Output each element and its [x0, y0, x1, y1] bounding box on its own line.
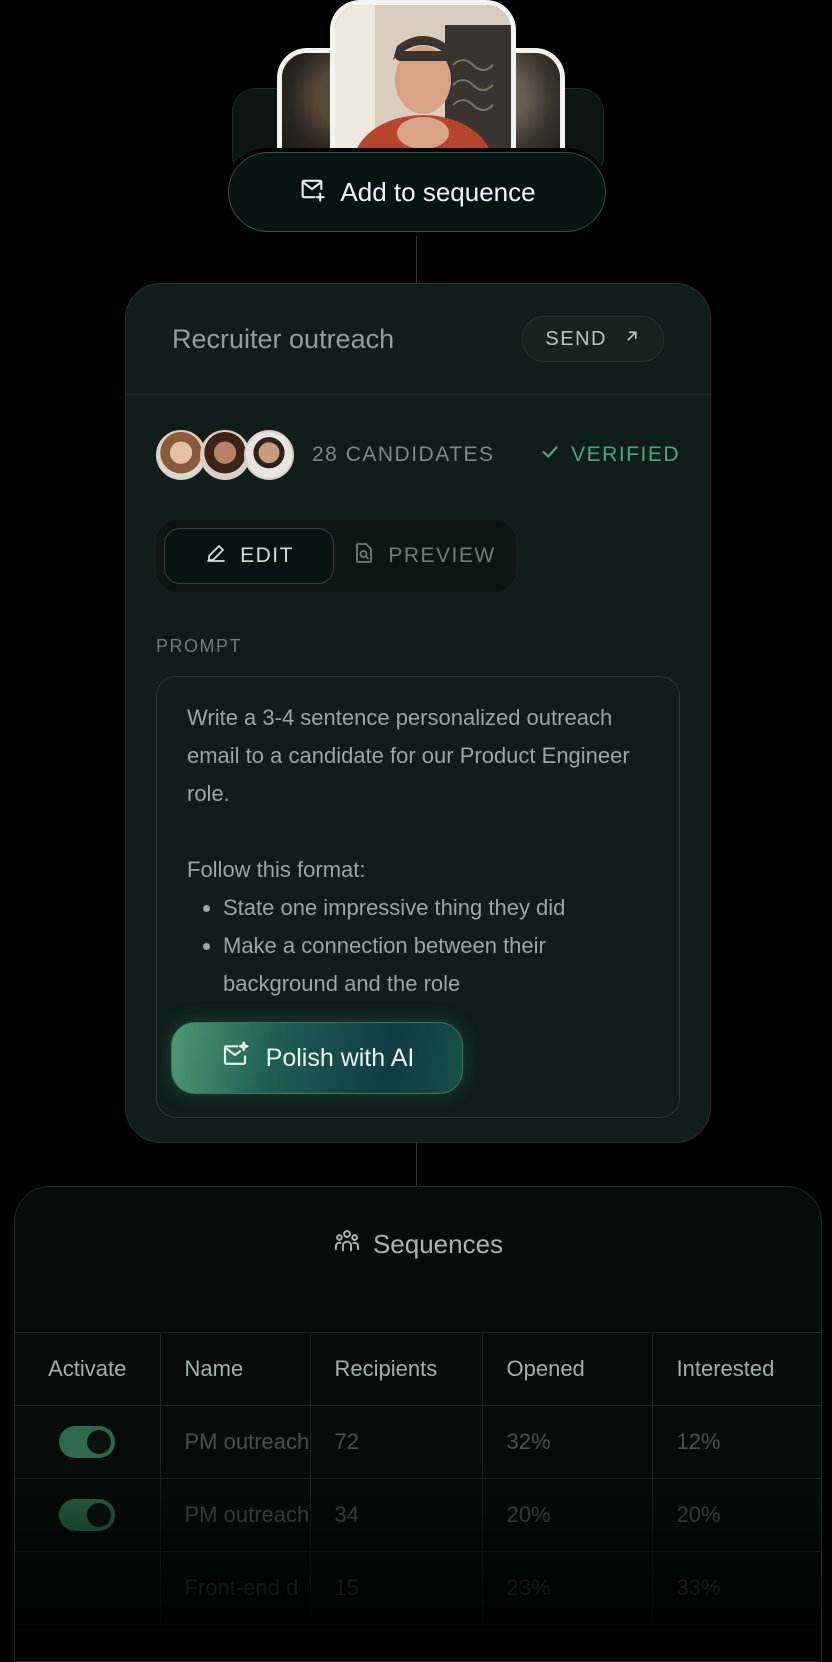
tab-preview[interactable]: PREVIEW — [344, 528, 504, 584]
sequences-title: Sequences — [372, 1229, 504, 1259]
connector-line-top — [416, 232, 417, 284]
tab-preview-label: PREVIEW — [388, 544, 496, 567]
sequences-panel: Sequences Activate Name Recipients Opene… — [14, 1186, 822, 1662]
add-to-sequence-button[interactable]: Add to sequence — [228, 152, 606, 232]
prompt-intro: Write a 3-4 sentence personalized outrea… — [187, 705, 630, 806]
add-to-sequence-label: Add to sequence — [340, 176, 536, 207]
interested-cell: 33% — [651, 1551, 821, 1625]
avatar — [244, 430, 294, 480]
table-row[interactable]: Front-end d 15 23% 33% — [15, 1551, 821, 1625]
opened-cell: 32% — [481, 1405, 653, 1479]
avatar — [200, 430, 250, 480]
activate-toggle[interactable] — [59, 1499, 116, 1531]
prompt-bullets: State one impressive thing they did Make… — [187, 889, 649, 1003]
interested-cell: 20% — [651, 1478, 821, 1552]
mode-tabs: EDIT PREVIEW — [156, 520, 516, 592]
tab-edit[interactable]: EDIT — [164, 528, 334, 584]
column-header: Activate — [15, 1332, 161, 1406]
sequences-table: Activate Name Recipients Opened Interest… — [15, 1332, 821, 1625]
prompt-bullet: Make a connection between their backgrou… — [223, 927, 649, 1003]
preview-search-icon — [352, 541, 376, 571]
check-icon — [539, 441, 561, 469]
verified-label: VERIFIED — [571, 443, 680, 466]
interested-cell: 12% — [651, 1405, 821, 1479]
prompt-format-heading: Follow this format: — [187, 857, 366, 882]
polish-with-ai-button[interactable]: Polish with AI — [171, 1022, 463, 1094]
polish-label: Polish with AI — [265, 1043, 415, 1072]
prompt-spacer — [187, 813, 649, 851]
prompt-bullet: State one impressive thing they did — [223, 889, 649, 927]
name-cell: Front-end d — [159, 1551, 311, 1625]
verified-badge: VERIFIED — [539, 441, 680, 469]
column-header: Opened — [481, 1332, 653, 1406]
opened-cell: 20% — [481, 1478, 653, 1552]
name-cell: PM outreach — [159, 1405, 311, 1479]
column-header: Name — [159, 1332, 311, 1406]
table-header-row: Activate Name Recipients Opened Interest… — [15, 1332, 821, 1406]
recruiter-outreach-card: Recruiter outreach SEND 28 CANDIDATES VE… — [125, 283, 711, 1143]
sequences-header: Sequences — [15, 1227, 821, 1262]
recipients-cell: 15 — [309, 1551, 483, 1625]
send-label: SEND — [545, 327, 607, 350]
card-header: Recruiter outreach SEND — [126, 284, 710, 395]
column-header: Interested — [651, 1332, 821, 1406]
connector-line-bottom — [416, 1142, 417, 1186]
send-button[interactable]: SEND — [522, 316, 664, 362]
prompt-label: PROMPT — [156, 636, 243, 656]
arrow-up-right-icon — [623, 327, 641, 351]
pencil-icon — [204, 541, 228, 571]
activate-cell — [15, 1551, 161, 1625]
candidate-photo-main — [330, 0, 516, 165]
candidate-avatars — [156, 430, 294, 480]
column-header: Recipients — [309, 1332, 483, 1406]
activate-cell — [15, 1405, 161, 1479]
activate-toggle[interactable] — [59, 1426, 116, 1458]
users-icon — [333, 1227, 361, 1262]
table-row[interactable]: PM outreach 34 20% 20% — [15, 1478, 821, 1552]
activate-cell — [15, 1478, 161, 1552]
recipients-cell: 72 — [309, 1405, 483, 1479]
mail-plus-icon — [298, 175, 326, 210]
tab-edit-label: EDIT — [240, 544, 294, 567]
table-row[interactable]: PM outreach 72 32% 12% — [15, 1405, 821, 1479]
avatar — [156, 430, 206, 480]
candidates-row: 28 CANDIDATES VERIFIED — [156, 430, 680, 480]
candidate-count: 28 CANDIDATES — [312, 443, 495, 466]
recipients-cell: 34 — [309, 1478, 483, 1552]
card-title: Recruiter outreach — [172, 323, 395, 354]
mail-sparkle-icon — [220, 1040, 250, 1077]
opened-cell: 23% — [481, 1551, 653, 1625]
name-cell: PM outreach — [159, 1478, 311, 1552]
